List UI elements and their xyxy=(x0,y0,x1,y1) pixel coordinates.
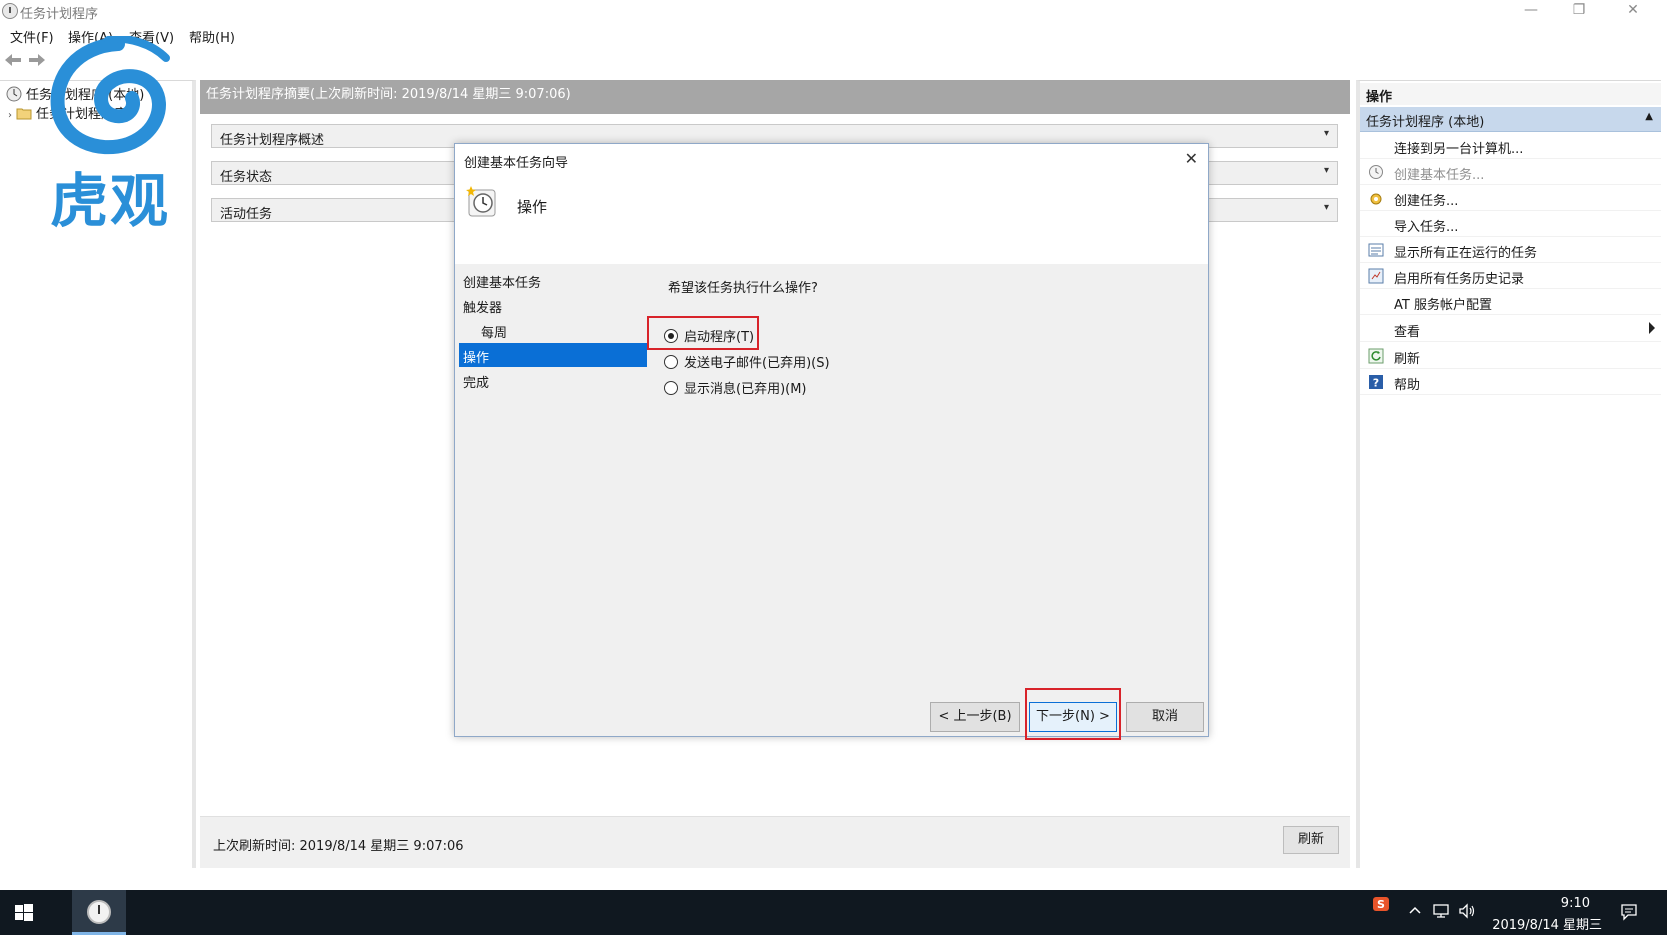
radio-send-email[interactable]: 发送电子邮件(已弃用)(S) xyxy=(664,352,830,374)
back-arrow-icon[interactable] xyxy=(4,53,22,67)
taskbar-time[interactable]: 9:10 xyxy=(1500,896,1590,911)
window-title: 任务计划程序 xyxy=(20,7,99,22)
ime-icon[interactable]: S xyxy=(1372,894,1392,935)
help-icon: ? xyxy=(1368,374,1384,390)
action-at-service-config[interactable]: AT 服务帐户配置 xyxy=(1360,289,1661,315)
task-scheduler-icon xyxy=(2,3,18,19)
collapse-icon[interactable]: ▾ xyxy=(1324,128,1329,139)
close-window-button[interactable]: ✕ xyxy=(1610,0,1656,22)
toolbar xyxy=(0,48,1667,74)
action-label: 帮助 xyxy=(1394,378,1421,393)
radio-start-program[interactable]: 启动程序(T) xyxy=(664,326,754,348)
clock-icon xyxy=(6,86,22,102)
dialog-title: 创建基本任务向导 xyxy=(464,156,569,171)
radio-label: 显示消息(已弃用)(M) xyxy=(684,382,807,397)
chevron-up-icon[interactable] xyxy=(1408,904,1422,935)
action-create-basic-task[interactable]: 创建基本任务... xyxy=(1360,159,1661,185)
taskbar-task-scheduler[interactable] xyxy=(72,890,126,935)
step-weekly[interactable]: 每周 xyxy=(459,318,647,342)
actions-group-label: 任务计划程序 (本地) xyxy=(1366,115,1485,130)
collapse-up-icon[interactable]: ▲ xyxy=(1645,111,1653,122)
summary-footer: 上次刷新时间: 2019/8/14 星期三 9:07:06 刷新 xyxy=(200,816,1350,868)
restore-button[interactable]: ❐ xyxy=(1556,0,1602,22)
actions-header: 操作 xyxy=(1360,83,1661,105)
step-finish[interactable]: 完成 xyxy=(459,368,647,392)
action-label: 创建基本任务... xyxy=(1394,168,1485,183)
summary-header: 任务计划程序摘要(上次刷新时间: 2019/8/14 星期三 9:07:06) xyxy=(200,80,1350,114)
radio-label: 发送电子邮件(已弃用)(S) xyxy=(684,356,830,371)
action-label: 创建任务... xyxy=(1394,194,1459,209)
action-label: 查看 xyxy=(1394,325,1421,340)
action-import-task[interactable]: 导入任务... xyxy=(1360,211,1661,237)
action-show-running-tasks[interactable]: 显示所有正在运行的任务 xyxy=(1360,237,1661,263)
action-label: 刷新 xyxy=(1394,352,1421,367)
menu-help[interactable]: 帮助(H) xyxy=(189,27,235,46)
create-basic-task-wizard: 创建基本任务向导 ✕ 操作 创建基本任务 触发器 每周 操作 完成 希望该任务执… xyxy=(454,143,1209,740)
dialog-body: 创建基本任务 触发器 每周 操作 完成 希望该任务执行什么操作? 启动程序(T)… xyxy=(455,264,1208,736)
menu-bar: 文件(F) 操作(A) 查看(V) 帮助(H) xyxy=(0,24,1667,46)
submenu-arrow-icon xyxy=(1649,322,1655,334)
taskbar-date[interactable]: 2019/8/14 星期三 xyxy=(1478,914,1602,933)
actions-group-local[interactable]: 任务计划程序 (本地) ▲ xyxy=(1360,107,1661,132)
clock-icon xyxy=(87,900,111,924)
dialog-header: 操作 xyxy=(455,174,1208,264)
action-help[interactable]: ? 帮助 xyxy=(1360,369,1661,395)
action-refresh[interactable]: 刷新 xyxy=(1360,343,1661,369)
section-status-label: 任务状态 xyxy=(220,170,273,185)
cancel-button[interactable]: 取消 xyxy=(1126,702,1204,732)
history-icon xyxy=(1368,268,1384,284)
step-action[interactable]: 操作 xyxy=(459,343,647,367)
collapse-icon[interactable]: ▾ xyxy=(1324,165,1329,176)
section-active-tasks-label: 活动任务 xyxy=(220,207,273,222)
svg-text:?: ? xyxy=(1373,377,1379,390)
list-icon xyxy=(1368,242,1384,258)
clock-icon xyxy=(1368,164,1384,180)
refresh-icon xyxy=(1368,348,1384,364)
volume-icon[interactable] xyxy=(1458,903,1476,935)
last-refresh-text: 上次刷新时间: 2019/8/14 星期三 9:07:06 xyxy=(213,839,464,854)
network-icon[interactable] xyxy=(1432,903,1450,935)
section-overview-label: 任务计划程序概述 xyxy=(220,133,325,148)
refresh-button[interactable]: 刷新 xyxy=(1283,826,1339,854)
notification-icon[interactable] xyxy=(1620,903,1638,935)
radio-button[interactable] xyxy=(664,355,678,369)
action-view[interactable]: 查看 xyxy=(1360,316,1661,342)
dialog-heading: 操作 xyxy=(517,198,548,216)
watermark-text: 虎观 xyxy=(50,167,171,235)
radio-label: 启动程序(T) xyxy=(684,330,755,345)
action-create-task[interactable]: 创建任务... xyxy=(1360,185,1661,211)
svg-text:S: S xyxy=(1377,898,1385,911)
actions-pane: 操作 任务计划程序 (本地) ▲ 连接到另一台计算机... 创建基本任务... … xyxy=(1356,80,1661,868)
close-icon[interactable]: ✕ xyxy=(1185,149,1198,168)
forward-arrow-icon[interactable] xyxy=(28,53,46,67)
action-label: 连接到另一台计算机... xyxy=(1394,142,1524,157)
radio-button[interactable] xyxy=(664,381,678,395)
action-label: 启用所有任务历史记录 xyxy=(1394,272,1525,287)
back-button[interactable]: < 上一步(B) xyxy=(930,702,1020,732)
window-titlebar: 任务计划程序 — ❐ ✕ xyxy=(0,0,1667,22)
collapse-icon[interactable]: ▾ xyxy=(1324,202,1329,213)
chevron-right-icon[interactable]: › xyxy=(8,110,12,121)
action-connect-computer[interactable]: 连接到另一台计算机... xyxy=(1360,133,1661,159)
action-question: 希望该任务执行什么操作? xyxy=(668,281,818,296)
windows-start-icon[interactable] xyxy=(14,903,34,923)
action-enable-history[interactable]: 启用所有任务历史记录 xyxy=(1360,263,1661,289)
watermark-swirl-icon xyxy=(50,35,170,155)
action-label: 导入任务... xyxy=(1394,220,1459,235)
task-clock-icon xyxy=(465,184,499,218)
action-label: AT 服务帐户配置 xyxy=(1394,298,1492,313)
watermark-logo: 虎观 xyxy=(48,35,178,235)
step-create-basic-task[interactable]: 创建基本任务 xyxy=(459,268,647,292)
radio-show-message[interactable]: 显示消息(已弃用)(M) xyxy=(664,378,807,400)
next-button[interactable]: 下一步(N) > xyxy=(1029,702,1117,732)
taskbar: S 9:10 2019/8/14 星期三 xyxy=(0,890,1667,935)
radio-button-selected[interactable] xyxy=(664,329,678,343)
new-task-icon xyxy=(1368,190,1384,206)
minimize-button[interactable]: — xyxy=(1508,0,1554,22)
action-label: 显示所有正在运行的任务 xyxy=(1394,246,1538,261)
folder-icon xyxy=(16,105,32,121)
step-trigger[interactable]: 触发器 xyxy=(459,293,647,317)
